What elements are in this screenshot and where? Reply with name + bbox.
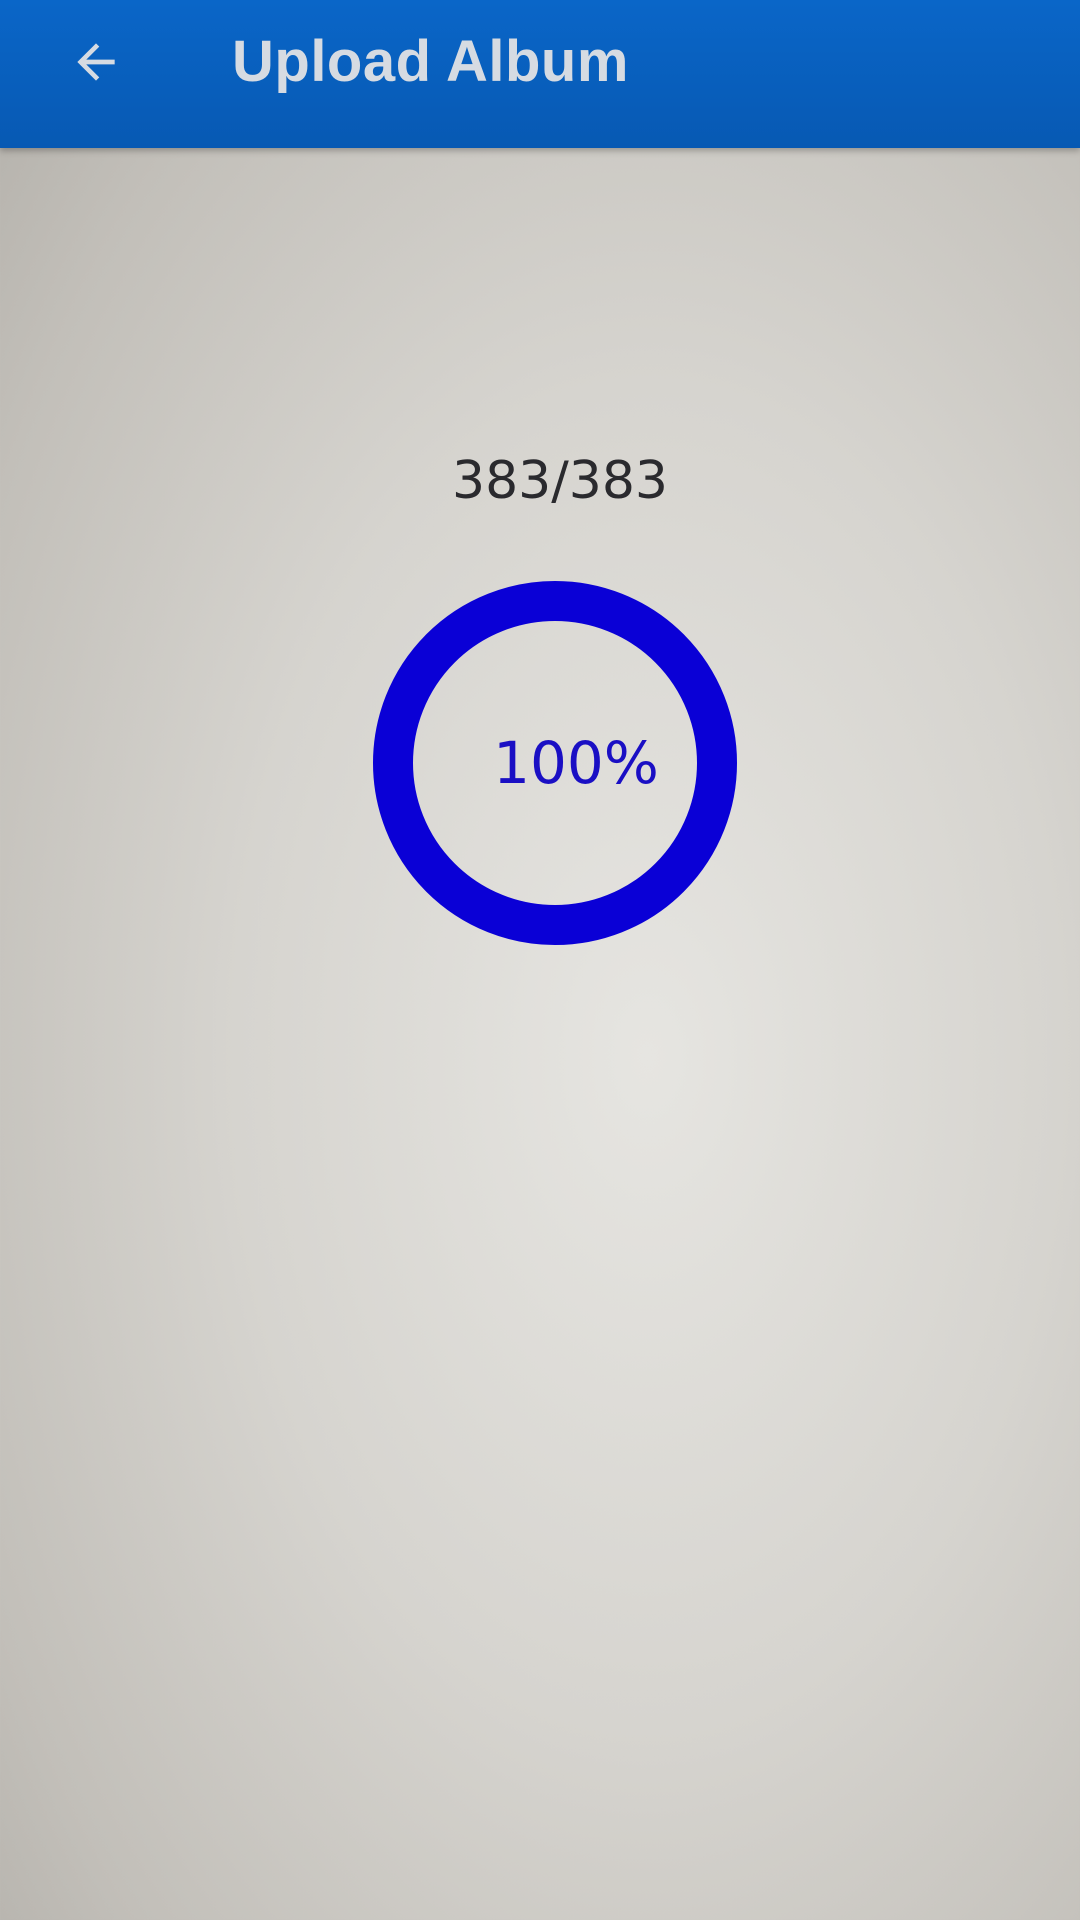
progress-percent: 100% <box>493 729 659 797</box>
upload-progress-ring: 100% <box>372 580 738 946</box>
arrow-left-icon <box>77 43 115 81</box>
back-button[interactable] <box>60 26 132 98</box>
app-bar: Upload Album <box>0 0 1080 148</box>
page-title: Upload Album <box>232 29 629 94</box>
upload-count: 383/383 <box>451 451 669 511</box>
